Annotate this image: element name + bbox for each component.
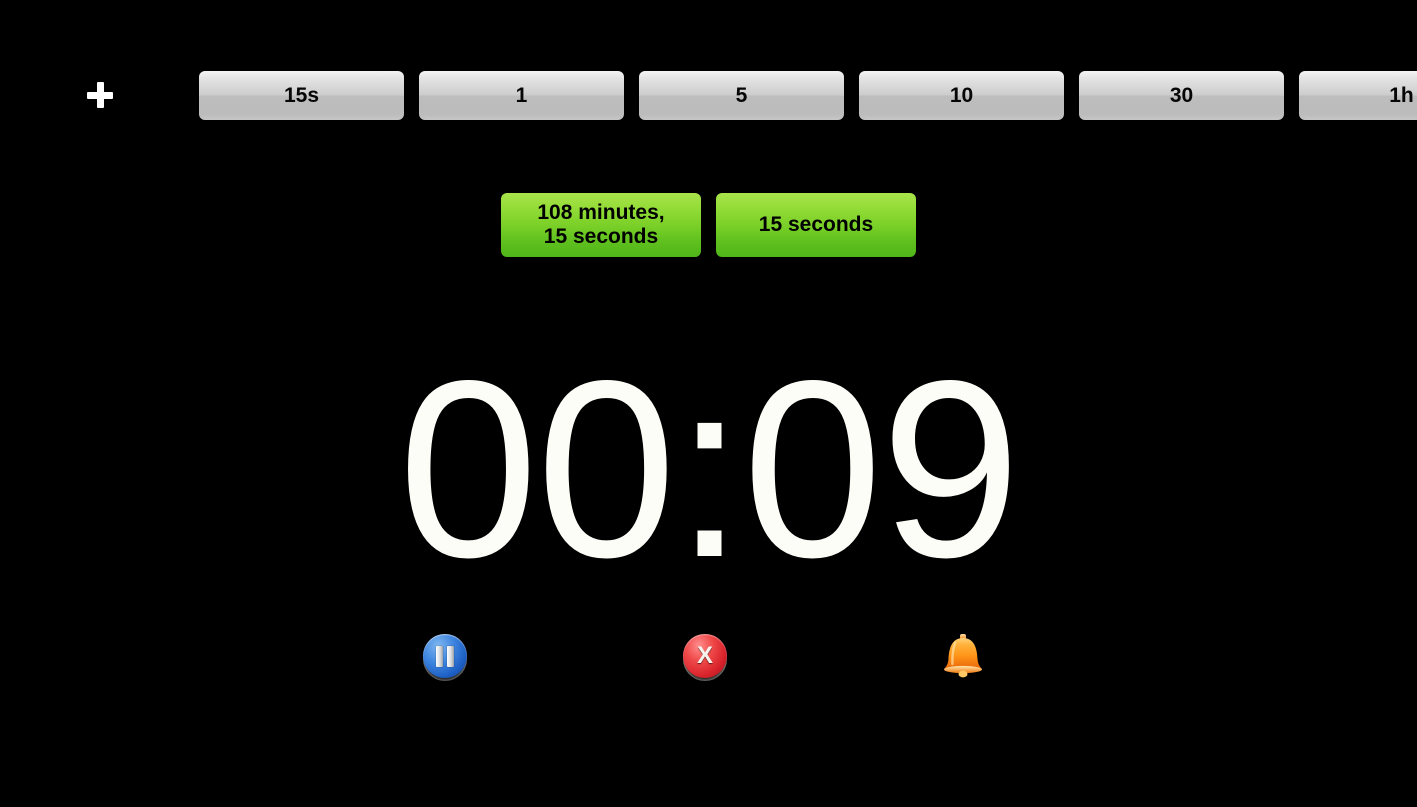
pause-button[interactable]: Pause [415,626,475,686]
preset-button-15s[interactable]: 15s [199,70,404,120]
pause-bars [436,645,454,667]
pause-icon [423,634,467,678]
preset-button-30[interactable]: 30 [1079,70,1284,120]
control-row: Pause X Stop [0,626,1417,688]
quickset-row: 108 minutes, 15 seconds 15 seconds [0,193,1417,257]
preset-button-1[interactable]: 1 [419,70,624,120]
stop-x-icon: X [683,634,727,678]
add-timer-button[interactable]: + [0,70,199,120]
alarm-button[interactable]: Alarm [933,626,993,686]
preset-button-10[interactable]: 10 [859,70,1064,120]
stop-button[interactable]: X Stop [675,626,735,686]
preset-bar: + 15s 1 5 10 30 1h [0,70,1417,120]
pause-bar-right [447,645,454,667]
preset-button-5[interactable]: 5 [639,70,844,120]
preset-button-1h[interactable]: 1h [1299,70,1417,120]
quickset-button-secondary[interactable]: 15 seconds [716,193,916,257]
pause-bar-left [436,645,443,667]
plus-icon [86,82,113,108]
quickset-button-primary[interactable]: 108 minutes, 15 seconds [501,193,701,257]
stop-glyph: X [696,642,713,669]
bell-icon [940,631,986,681]
countdown-display[interactable]: 00:09 [0,340,1417,600]
